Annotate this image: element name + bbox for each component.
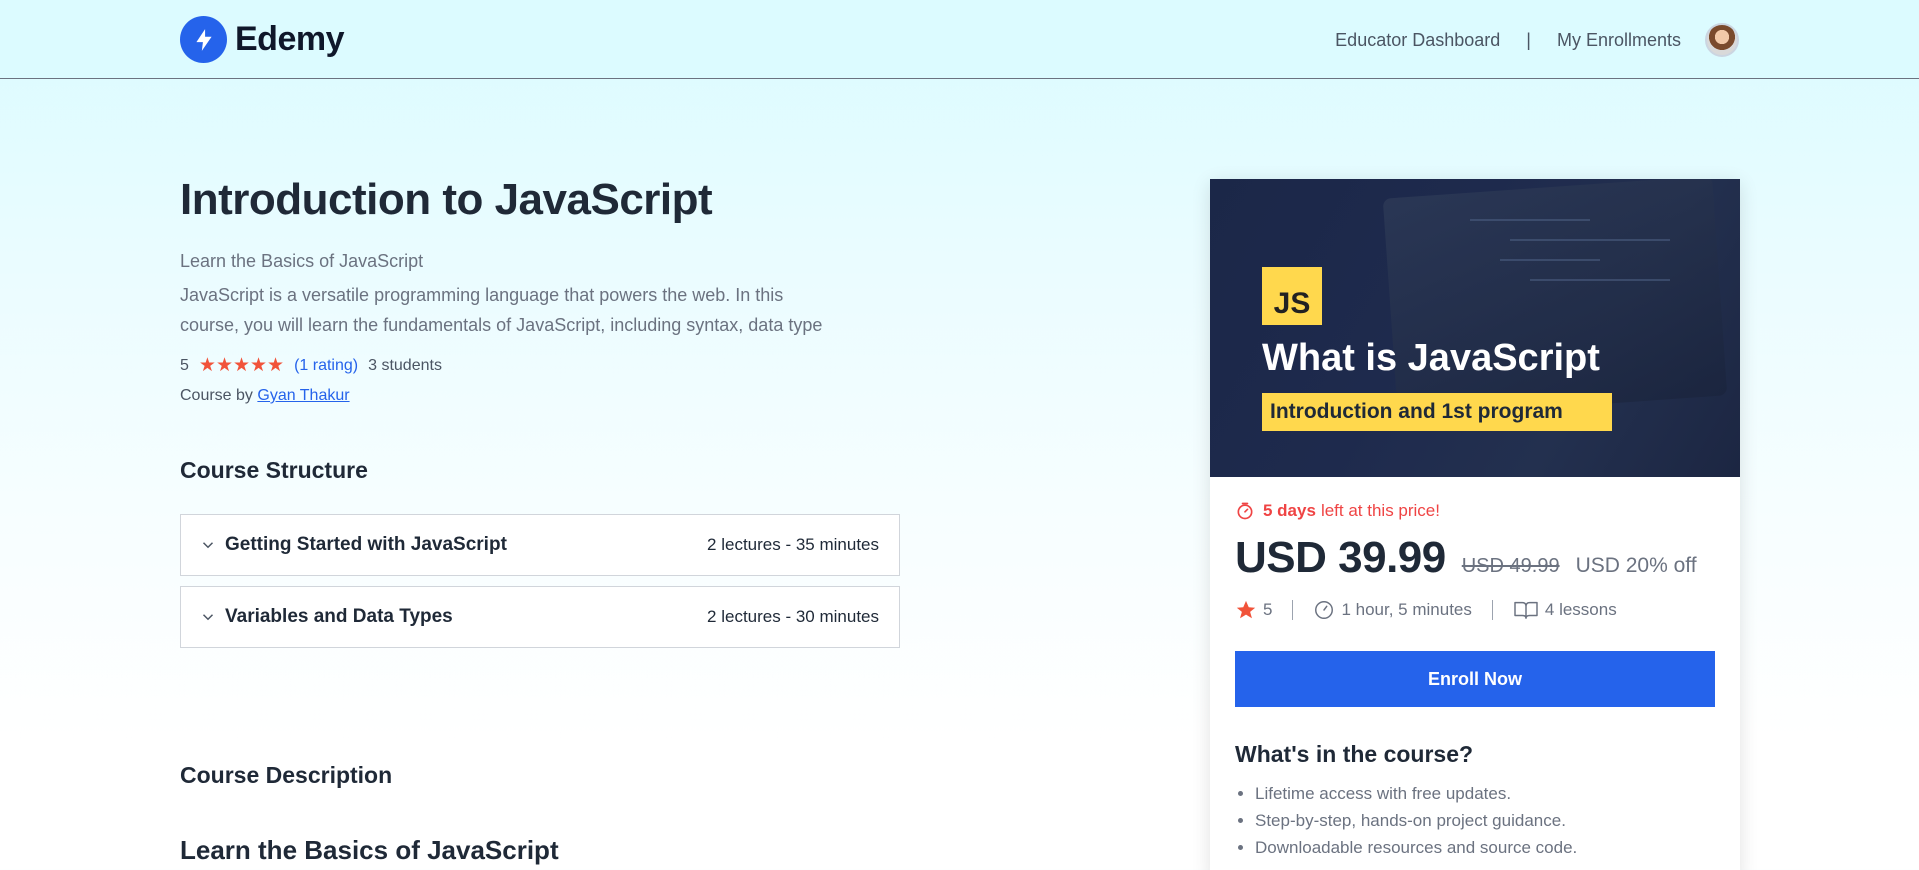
byline-label: Course by bbox=[180, 387, 253, 404]
chapter-name: Variables and Data Types bbox=[225, 606, 453, 627]
chapter-meta: 2 lectures - 35 minutes bbox=[707, 535, 879, 554]
top-navbar: Edemy Educator Dashboard | My Enrollment… bbox=[0, 0, 1919, 79]
course-structure-title: Course Structure bbox=[180, 457, 368, 483]
stat-divider bbox=[1292, 600, 1294, 620]
rating-row: 5 ★★★★★ (1 rating) 3 students bbox=[180, 354, 900, 377]
course-description-title: Course Description bbox=[180, 762, 393, 788]
code-line bbox=[1500, 259, 1600, 261]
current-price: USD 39.99 bbox=[1235, 533, 1446, 582]
course-thumbnail: JS What is JavaScript Introduction and 1… bbox=[1210, 179, 1740, 477]
chapter-name: Getting Started with JavaScript bbox=[225, 534, 507, 555]
user-avatar[interactable] bbox=[1705, 23, 1739, 57]
description-line-1: JavaScript is a versatile programming la… bbox=[180, 285, 784, 305]
list-item: Step-by-step, hands-on project guidance. bbox=[1255, 807, 1715, 834]
includes-title: What's in the course? bbox=[1235, 741, 1474, 767]
chapter-item[interactable]: Getting Started with JavaScript 2 lectur… bbox=[180, 514, 900, 576]
description-heading: Learn the Basics of JavaScript bbox=[180, 835, 559, 865]
course-subtitle: Learn the Basics of JavaScript bbox=[180, 251, 424, 271]
price-timer: 5 days left at this price! bbox=[1235, 501, 1715, 521]
course-stats: 5 1 hour, 5 minutes 4 lessons bbox=[1235, 599, 1715, 621]
brand-name: Edemy bbox=[235, 20, 345, 58]
lightning-icon bbox=[180, 16, 227, 63]
rating-count: (1 rating) bbox=[294, 356, 359, 374]
code-line bbox=[1470, 219, 1590, 221]
chapter-header: Variables and Data Types bbox=[199, 606, 453, 628]
my-enrollments-link[interactable]: My Enrollments bbox=[1557, 30, 1681, 51]
rating-value: 5 bbox=[180, 356, 189, 374]
discount-label: USD 20% off bbox=[1575, 554, 1697, 577]
stat-lessons-value: 4 lessons bbox=[1544, 600, 1617, 619]
code-line bbox=[1530, 279, 1670, 281]
nav-separator: | bbox=[1526, 29, 1531, 50]
timer-days: 5 days bbox=[1263, 501, 1316, 520]
brand-logo[interactable]: Edemy bbox=[180, 16, 345, 63]
course-title: Introduction to JavaScript bbox=[180, 175, 713, 224]
stat-rating: 5 bbox=[1235, 599, 1272, 621]
thumbnail-subtitle: Introduction and 1st program bbox=[1262, 393, 1612, 431]
book-icon bbox=[1514, 601, 1538, 619]
chapter-header: Getting Started with JavaScript bbox=[199, 534, 507, 556]
includes-list: Lifetime access with free updates. Step-… bbox=[1235, 780, 1715, 861]
card-body: 5 days left at this price! USD 39.99 USD… bbox=[1210, 477, 1740, 870]
educator-link[interactable]: Gyan Thakur bbox=[257, 387, 349, 404]
thumbnail-title: What is JavaScript bbox=[1262, 337, 1600, 379]
course-byline: Course by Gyan Thakur bbox=[180, 387, 900, 405]
star-rating-icon: ★★★★★ bbox=[198, 355, 285, 376]
code-line bbox=[1510, 239, 1670, 241]
course-details: Introduction to JavaScript Learn the Bas… bbox=[180, 175, 900, 865]
list-item: Lifetime access with free updates. bbox=[1255, 780, 1715, 807]
student-count: 3 students bbox=[368, 356, 442, 374]
original-price: USD 49.99 bbox=[1461, 555, 1560, 577]
stat-duration: 1 hour, 5 minutes bbox=[1313, 599, 1472, 621]
chapter-item[interactable]: Variables and Data Types 2 lectures - 30… bbox=[180, 586, 900, 648]
header-nav: Educator Dashboard | My Enrollments bbox=[1335, 20, 1739, 60]
enroll-now-button[interactable]: Enroll Now bbox=[1235, 651, 1715, 707]
clock-icon bbox=[1315, 601, 1334, 619]
chevron-down-icon bbox=[202, 542, 214, 549]
star-icon bbox=[1236, 600, 1256, 619]
description-line-2: course, you will learn the fundamentals … bbox=[180, 315, 823, 335]
timer-text: left at this price! bbox=[1320, 501, 1440, 520]
chapter-meta: 2 lectures - 30 minutes bbox=[707, 607, 879, 626]
stat-rating-value: 5 bbox=[1263, 600, 1273, 619]
educator-dashboard-link[interactable]: Educator Dashboard bbox=[1335, 30, 1500, 51]
timer-icon bbox=[1237, 502, 1253, 520]
stat-lessons: 4 lessons bbox=[1513, 599, 1617, 621]
list-item: Downloadable resources and source code. bbox=[1255, 834, 1715, 861]
course-purchase-card: JS What is JavaScript Introduction and 1… bbox=[1210, 179, 1740, 870]
laptop-illustration bbox=[1382, 179, 1728, 419]
stat-divider bbox=[1491, 600, 1493, 620]
price-row: USD 39.99 USD 49.99 USD 20% off bbox=[1235, 533, 1715, 583]
stat-duration-value: 1 hour, 5 minutes bbox=[1341, 600, 1472, 619]
chevron-down-icon bbox=[202, 614, 214, 621]
course-description-preview: JavaScript is a versatile programming la… bbox=[180, 280, 900, 340]
js-logo: JS bbox=[1262, 267, 1322, 325]
